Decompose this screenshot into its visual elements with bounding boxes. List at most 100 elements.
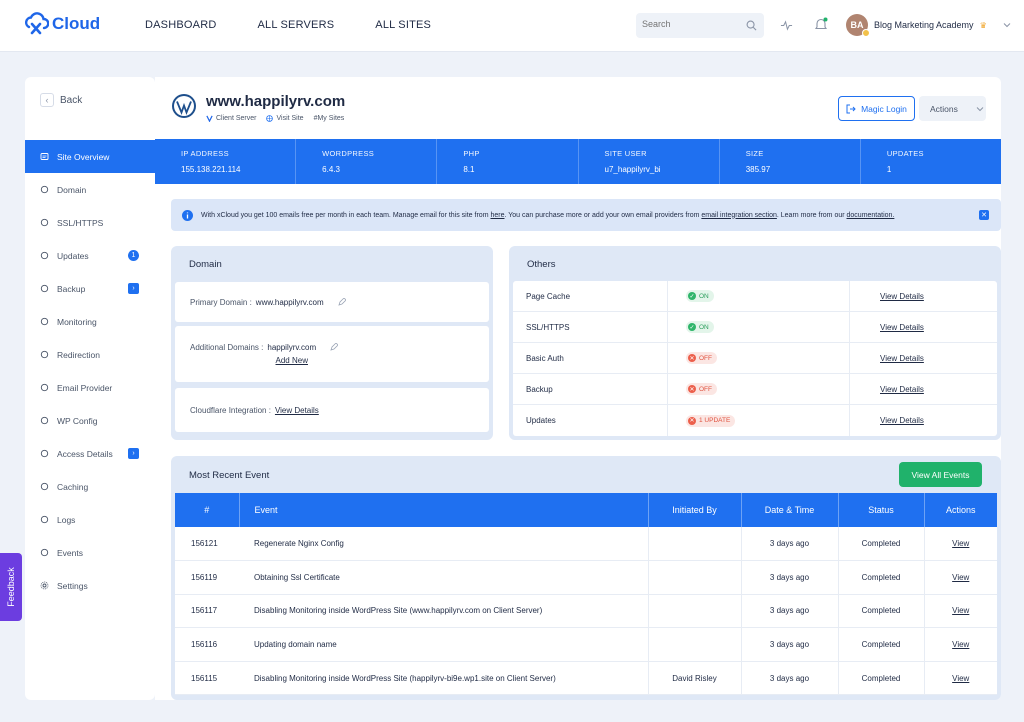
site-title: www.happilyrv.com bbox=[206, 93, 346, 110]
overview-icon bbox=[40, 152, 49, 161]
gear-icon bbox=[40, 581, 49, 590]
info-ip-address: IP ADDRESS 155.138.221.114 bbox=[155, 139, 297, 184]
event-status: Completed bbox=[837, 661, 924, 696]
sidebar: ‹ Back Site Overview Domain SSL/HTTPS Updat… bbox=[25, 77, 155, 700]
main-panel: www.happilyrv.com Client Server Visit Si… bbox=[155, 77, 1001, 700]
others-status-cell: ✕ OFF bbox=[667, 374, 850, 404]
view-details-link[interactable]: View Details bbox=[850, 416, 924, 425]
info-label: IP ADDRESS bbox=[181, 149, 229, 158]
sidebar-item-events[interactable]: Events bbox=[25, 536, 155, 569]
sidebar-item-updates[interactable]: Updates 1 bbox=[25, 239, 155, 272]
view-event-link[interactable]: View bbox=[923, 594, 997, 629]
login-icon bbox=[846, 104, 856, 113]
logo[interactable]: Cloud bbox=[25, 12, 100, 36]
info-site-user: SITE USER u7_happilyrv_bi bbox=[579, 139, 720, 184]
cache-icon bbox=[40, 482, 49, 491]
view-event-link[interactable]: View bbox=[923, 560, 997, 595]
column-header: Date & Time bbox=[741, 493, 839, 527]
sidebar-item-domain[interactable]: Domain bbox=[25, 173, 155, 206]
mail-icon bbox=[40, 383, 49, 392]
actions-dropdown[interactable]: Actions bbox=[919, 96, 986, 121]
pencil-icon[interactable] bbox=[330, 343, 339, 351]
event-status: Completed bbox=[837, 527, 924, 562]
cloudflare-row: Cloudflare Integration : View Details bbox=[175, 388, 489, 432]
sidebar-badge: › bbox=[128, 448, 139, 459]
view-event-link[interactable]: View bbox=[923, 661, 997, 696]
others-status-cell: ✓ ON bbox=[667, 281, 850, 311]
close-icon: ✕ bbox=[688, 354, 696, 362]
key-icon bbox=[40, 449, 49, 458]
sidebar-item-backup[interactable]: Backup › bbox=[25, 272, 155, 305]
sidebar-item-label: Redirection bbox=[57, 349, 100, 360]
shield-icon bbox=[40, 218, 49, 227]
close-icon: ✕ bbox=[688, 385, 696, 393]
search-input[interactable] bbox=[642, 19, 742, 29]
view-details-link[interactable]: View Details bbox=[850, 385, 924, 394]
visit-site-link[interactable]: Visit Site bbox=[266, 115, 304, 122]
column-header: Status bbox=[838, 493, 925, 527]
view-event-link[interactable]: View bbox=[923, 627, 997, 662]
top-bar: Cloud DASHBOARD ALL SERVERS ALL SITES BA… bbox=[0, 0, 1024, 52]
sidebar-item-logs[interactable]: Logs bbox=[25, 503, 155, 536]
event-name: Disabling Monitoring inside WordPress Si… bbox=[239, 661, 648, 696]
nav-all-servers[interactable]: ALL SERVERS bbox=[257, 19, 334, 31]
user-menu[interactable]: BA Blog Marketing Academy ♛ bbox=[846, 14, 1011, 37]
add-new-link[interactable]: Add New bbox=[267, 356, 316, 365]
activity-icon[interactable] bbox=[780, 19, 793, 32]
nav-all-sites[interactable]: ALL SITES bbox=[375, 19, 431, 31]
sidebar-item-redirection[interactable]: Redirection bbox=[25, 338, 155, 371]
server-icon bbox=[206, 115, 213, 122]
server-link[interactable]: Client Server bbox=[206, 115, 256, 122]
magic-login-button[interactable]: Magic Login bbox=[838, 96, 915, 121]
info-php: PHP 8.1 bbox=[437, 139, 579, 184]
primary-domain-row: Primary Domain : www.happilyrv.com bbox=[175, 282, 489, 322]
site-tag[interactable]: #My Sites bbox=[314, 115, 345, 122]
sidebar-item-ssl-https[interactable]: SSL/HTTPS bbox=[25, 206, 155, 239]
feedback-tab[interactable]: Feedback bbox=[0, 553, 22, 621]
view-details-link[interactable]: View Details bbox=[850, 292, 924, 301]
search-icon[interactable] bbox=[746, 20, 757, 31]
globe-icon bbox=[266, 115, 274, 122]
view-all-events-button[interactable]: View All Events bbox=[899, 462, 982, 487]
notice-link-documentation[interactable]: documentation. bbox=[847, 212, 895, 219]
view-details-link[interactable]: View Details bbox=[850, 354, 924, 363]
sidebar-item-email-provider[interactable]: Email Provider bbox=[25, 371, 155, 404]
event-name: Disabling Monitoring inside WordPress Si… bbox=[239, 594, 648, 629]
view-event-link[interactable]: View bbox=[923, 527, 997, 562]
close-icon[interactable]: ✕ bbox=[979, 210, 989, 220]
wordpress-icon bbox=[172, 94, 196, 118]
sidebar-item-wp-config[interactable]: WP Config bbox=[25, 404, 155, 437]
event-name: Updating domain name bbox=[239, 627, 648, 662]
column-header: Initiated By bbox=[648, 493, 742, 527]
info-value: 6.4.3 bbox=[322, 165, 340, 174]
event-status: Completed bbox=[837, 594, 924, 629]
sidebar-item-caching[interactable]: Caching bbox=[25, 470, 155, 503]
close-icon: ✕ bbox=[688, 416, 696, 425]
event-id: 156116 bbox=[175, 627, 239, 662]
config-icon bbox=[40, 416, 49, 425]
sidebar-item-monitoring[interactable]: Monitoring bbox=[25, 305, 155, 338]
event-status: Completed bbox=[837, 627, 924, 662]
nav-dashboard[interactable]: DASHBOARD bbox=[145, 19, 216, 31]
bell-icon[interactable] bbox=[814, 17, 828, 32]
sidebar-badge: 1 bbox=[128, 250, 139, 261]
pencil-icon[interactable] bbox=[338, 298, 346, 306]
notice-link-here[interactable]: here bbox=[490, 212, 504, 219]
sidebar-item-label: Settings bbox=[57, 580, 88, 591]
view-details-link[interactable]: View Details bbox=[850, 323, 924, 332]
table-row: 156115 Disabling Monitoring inside WordPr… bbox=[175, 661, 997, 696]
info-updates: UPDATES 1 bbox=[861, 139, 1001, 184]
others-row: Page Cache ✓ ON View Details bbox=[513, 281, 997, 312]
others-status-cell: ✕ 1 UPDATE bbox=[667, 405, 850, 436]
check-icon: ✓ bbox=[688, 323, 696, 331]
back-button[interactable]: ‹ Back bbox=[40, 93, 82, 107]
sidebar-item-access-details[interactable]: Access Details › bbox=[25, 437, 155, 470]
sidebar-item-site-overview[interactable]: Site Overview bbox=[25, 140, 155, 173]
logo-text: Cloud bbox=[52, 14, 101, 33]
status-badge: ✕ 1 UPDATE bbox=[686, 414, 736, 427]
notice-link-email-integration[interactable]: email integration section bbox=[701, 212, 777, 219]
sidebar-item-settings[interactable]: Settings bbox=[25, 569, 155, 602]
sidebar-item-label: Domain bbox=[57, 184, 87, 195]
status-badge: ✓ ON bbox=[686, 321, 714, 333]
cloudflare-view-details-link[interactable]: View Details bbox=[275, 406, 319, 415]
